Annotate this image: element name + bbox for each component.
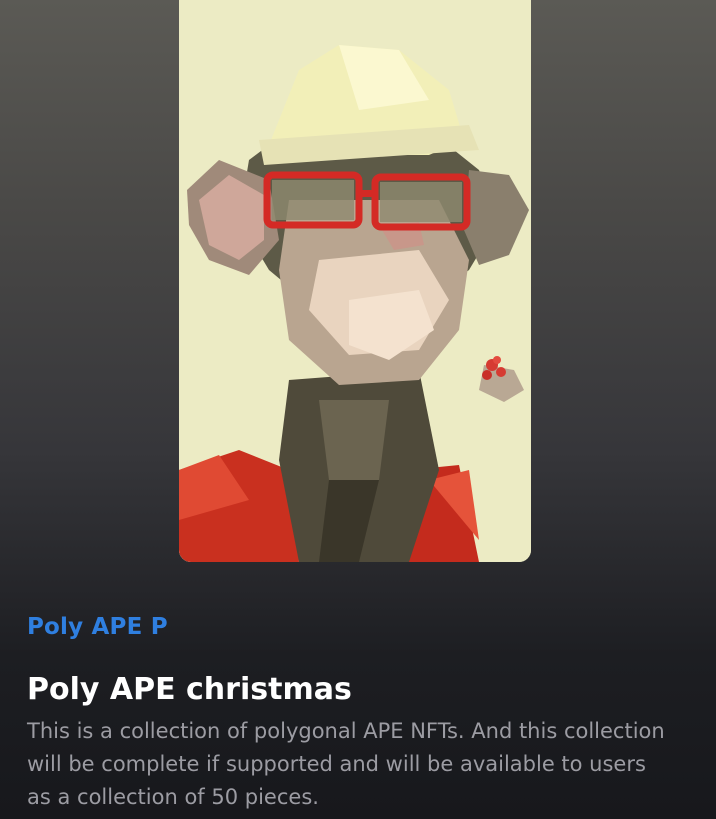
collection-name-link[interactable]: Poly APE P — [27, 614, 168, 640]
nft-artwork-image[interactable] — [179, 0, 531, 562]
nft-description: This is a collection of polygonal APE NF… — [27, 719, 665, 809]
nft-title: Poly APE christmas — [27, 672, 352, 707]
polygonal-ape-artwork-icon — [179, 0, 531, 562]
